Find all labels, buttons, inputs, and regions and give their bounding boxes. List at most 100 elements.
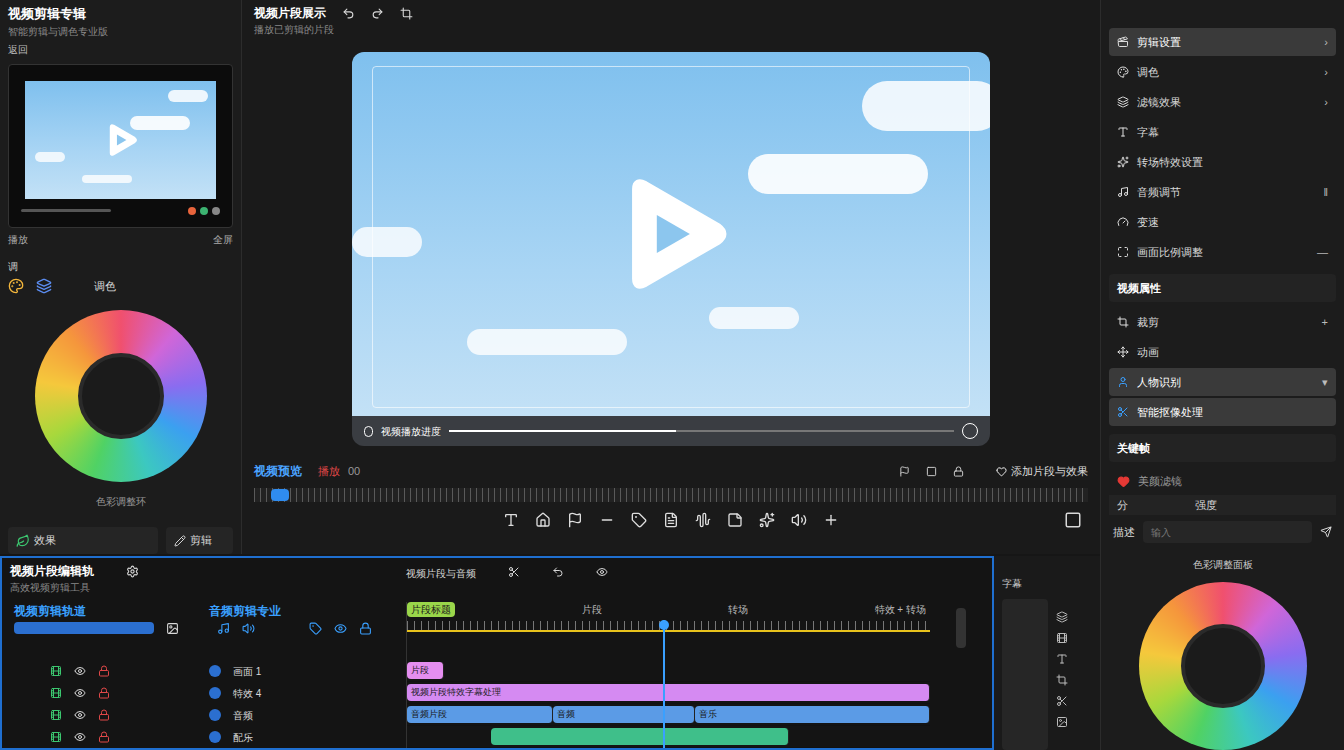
property-item[interactable]: 画面比例调整— (1109, 238, 1336, 266)
property-item[interactable]: 滤镜效果› (1109, 88, 1336, 116)
thumbnail-play-icon[interactable] (104, 123, 138, 157)
desc-input[interactable]: 输入 (1143, 521, 1312, 543)
tool-icon[interactable] (503, 512, 519, 528)
layers-icon[interactable] (36, 278, 52, 294)
strength-row[interactable]: 分强度 (1109, 495, 1336, 515)
clip[interactable]: 片段 (407, 662, 444, 679)
dot-icon[interactable] (212, 207, 220, 215)
video-frame (352, 52, 990, 416)
section-header[interactable]: 关键帧 (1109, 434, 1336, 462)
side-tool-icon[interactable] (1056, 674, 1068, 686)
film-icon (50, 665, 62, 677)
tool-icon[interactable] (567, 512, 583, 528)
send-icon[interactable] (1320, 526, 1332, 538)
eye-icon[interactable] (334, 622, 347, 635)
undo-icon[interactable] (552, 566, 564, 578)
side-tool-icon[interactable] (1056, 611, 1068, 623)
track-header[interactable]: 音频 (14, 704, 406, 726)
property-item[interactable]: 变速 (1109, 208, 1336, 236)
tool-icon[interactable] (727, 512, 743, 528)
video-preview[interactable]: 视频播放进度 (352, 52, 990, 446)
track-group-bar[interactable] (14, 622, 154, 634)
item-icon (1117, 66, 1129, 78)
tool-icon[interactable] (663, 512, 679, 528)
side-tool-icon[interactable] (1056, 695, 1068, 707)
property-item[interactable]: 字幕 (1109, 118, 1336, 146)
tool-icon[interactable] (759, 512, 775, 528)
tool-icon[interactable] (695, 512, 711, 528)
property-item[interactable]: 转场特效设置 (1109, 148, 1336, 176)
tool-icon[interactable] (791, 512, 807, 528)
scissors-icon[interactable] (508, 566, 520, 578)
tag-icon[interactable] (309, 622, 322, 635)
timeline-scroll[interactable] (930, 602, 992, 748)
property-item[interactable]: 裁剪+ (1109, 308, 1336, 336)
top-area: 视频剪辑专辑智能剪辑与调色专业版返回播放全屏调调色色彩调整环效果剪辑视频片段展示… (0, 0, 1100, 554)
settings-icon[interactable] (962, 423, 978, 439)
property-item[interactable]: 音频调节‖ (1109, 178, 1336, 206)
right-color-wheel[interactable] (1139, 582, 1307, 750)
transport-play[interactable]: 播放 (318, 463, 340, 480)
drop-icon[interactable] (364, 426, 373, 437)
effect-button[interactable]: 效果 (8, 527, 158, 554)
scrubber-thumb[interactable] (271, 489, 289, 501)
tool-icon[interactable] (599, 512, 615, 528)
volume-icon[interactable] (242, 622, 255, 635)
image-icon[interactable] (166, 622, 179, 635)
track-header[interactable]: 特效 4 (14, 682, 406, 704)
side-tool-icon[interactable] (1056, 653, 1068, 665)
video-frame (25, 81, 216, 199)
ruler-tag[interactable]: 片段标题 (407, 602, 455, 617)
lock-icon[interactable] (953, 466, 964, 477)
playhead[interactable] (663, 620, 665, 748)
frame-icon[interactable] (926, 466, 937, 477)
cut-button[interactable]: 剪辑 (166, 527, 233, 554)
side-tool-icon[interactable] (1056, 632, 1068, 644)
tool-icon[interactable] (535, 512, 551, 528)
add-clip-label[interactable]: 添加片段与效果 (1011, 463, 1088, 480)
track-header[interactable]: 配乐 (14, 726, 406, 748)
property-item[interactable]: 剪辑设置› (1109, 28, 1336, 56)
thumb-play-label[interactable]: 播放 (8, 232, 28, 247)
undo-icon[interactable] (342, 7, 355, 20)
eye-icon[interactable] (596, 566, 608, 578)
square-icon[interactable] (1064, 511, 1082, 529)
side-tool-icon[interactable] (1056, 716, 1068, 728)
item-trail: ‖ (1323, 184, 1328, 201)
redo-icon[interactable] (371, 7, 384, 20)
timeline-title: 视频片段编辑轨 (10, 562, 94, 580)
property-item[interactable]: 动画 (1109, 338, 1336, 366)
section-header[interactable]: 视频属性 (1109, 274, 1336, 302)
tool-icon[interactable] (631, 512, 647, 528)
crop-icon[interactable] (400, 7, 413, 20)
tool-icon[interactable] (823, 512, 839, 528)
filter-icon[interactable] (899, 466, 910, 477)
music-icon[interactable] (217, 622, 230, 635)
favorite-row[interactable]: 美颜滤镜 (1109, 472, 1336, 491)
lock-icon[interactable] (359, 622, 372, 635)
settings-icon[interactable] (126, 565, 139, 578)
property-item[interactable]: 智能抠像处理 (1109, 398, 1336, 426)
lock-icon (98, 731, 110, 743)
clip[interactable]: 音频 (553, 706, 694, 723)
clip[interactable] (491, 728, 789, 745)
thumb-fullscreen-label[interactable]: 全屏 (213, 232, 233, 247)
property-item[interactable]: 人物识别▾ (1109, 368, 1336, 396)
scrubber[interactable] (254, 488, 1088, 502)
ruler-label: 转场 (728, 602, 748, 617)
back-link[interactable]: 返回 (8, 40, 233, 60)
clip[interactable]: 音乐 (695, 706, 930, 723)
timeline-canvas[interactable]: 片段标题片段转场特效 + 转场片段视频片段特效字幕处理音频片段音频音乐 (406, 602, 930, 748)
dot-icon[interactable] (188, 207, 196, 215)
heart-icon[interactable] (996, 466, 1007, 477)
dot-icon[interactable] (200, 207, 208, 215)
left-color-wheel[interactable] (35, 310, 207, 482)
palette-icon[interactable] (8, 278, 24, 294)
clip[interactable]: 视频片段特效字幕处理 (407, 684, 930, 701)
track-header[interactable]: 画面 1 (14, 660, 406, 682)
play-icon[interactable] (612, 175, 730, 293)
property-item[interactable]: 调色› (1109, 58, 1336, 86)
progress-track[interactable] (449, 430, 954, 432)
clip[interactable]: 音频片段 (407, 706, 553, 723)
thumbnail-card[interactable] (8, 64, 233, 228)
